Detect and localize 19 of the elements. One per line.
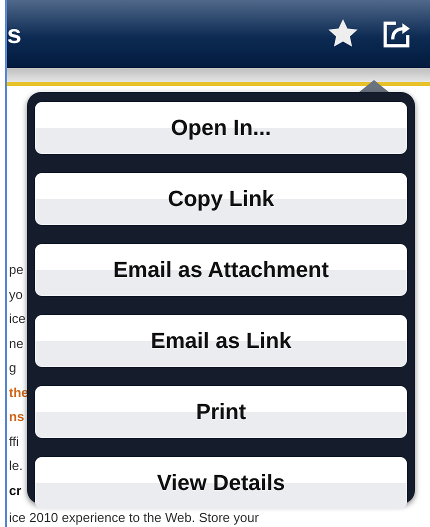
page-text-fragment: ffi	[9, 432, 19, 450]
page-text-fragment: yo	[9, 286, 23, 304]
menu-button[interactable]: Email as Link	[35, 315, 407, 367]
page-text-fragment: cr	[9, 482, 22, 500]
menu-button[interactable]: Copy Link	[35, 173, 407, 225]
page-text-fragment: g	[9, 359, 16, 377]
header-title: s	[7, 18, 22, 50]
menu-button[interactable]: Email as Attachment	[35, 244, 407, 296]
page-text-fragment: pe	[9, 261, 24, 279]
page-text-fragment: the	[9, 384, 28, 402]
page-text-line: ice 2010 experience to the Web. Store your	[9, 510, 259, 525]
share-icon[interactable]	[382, 19, 412, 49]
menu-button[interactable]: View Details	[35, 457, 407, 509]
page-text-fragment: ns	[9, 408, 24, 426]
page-text-fragment: le.	[9, 457, 23, 475]
page-text-fragment: ne	[9, 334, 24, 352]
page-text-fragment: ice	[9, 310, 26, 328]
menu-button[interactable]: Open In...	[35, 102, 407, 154]
menu-button[interactable]: Print	[35, 386, 407, 438]
